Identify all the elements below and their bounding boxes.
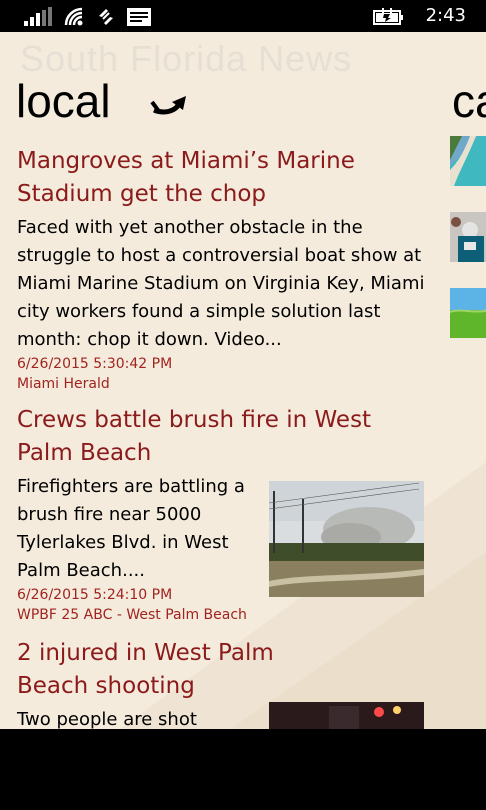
article-image-brush-fire[interactable] <box>269 481 424 597</box>
signal-icon <box>24 7 56 31</box>
clock: 2:43 <box>425 5 466 26</box>
peek-thumbnail-beach[interactable] <box>450 136 486 186</box>
article-source: Miami Herald <box>17 376 110 392</box>
next-section-peek[interactable]: ca <box>452 74 486 128</box>
article-summary: Faced with yet another obstacle in the s… <box>17 217 425 350</box>
data-sync-icon <box>96 7 116 31</box>
article-item[interactable]: Mangroves at Miami’s Marine Stadium get … <box>17 145 427 394</box>
article-image-shooting[interactable] <box>269 702 424 729</box>
article-summary: Firefighters are battling a brush fire n… <box>17 476 245 581</box>
wifi-icon <box>64 7 86 31</box>
battery-charging-icon <box>372 7 406 31</box>
section-title[interactable]: local <box>16 74 111 128</box>
refresh-arrow-icon[interactable] <box>150 90 190 122</box>
article-headline[interactable]: 2 injured in West Palm Beach shooting <box>17 637 347 703</box>
peek-thumbnail-football[interactable] <box>450 212 486 262</box>
peek-thumbnail-field[interactable] <box>450 288 486 338</box>
article-headline[interactable]: Crews battle brush fire in West Palm Bea… <box>17 404 427 470</box>
bottom-bar <box>0 729 486 810</box>
app-panorama[interactable]: South Florida News local ca <box>0 32 486 729</box>
article-source: WPBF 25 ABC - West Palm Beach <box>17 607 247 623</box>
message-icon <box>126 7 152 31</box>
article-date: 6/26/2015 5:30:42 PM <box>17 356 173 372</box>
status-bar: 2:43 <box>0 0 486 32</box>
article-headline[interactable]: Mangroves at Miami’s Marine Stadium get … <box>17 145 427 211</box>
article-summary: Two people are shot <box>17 709 197 729</box>
